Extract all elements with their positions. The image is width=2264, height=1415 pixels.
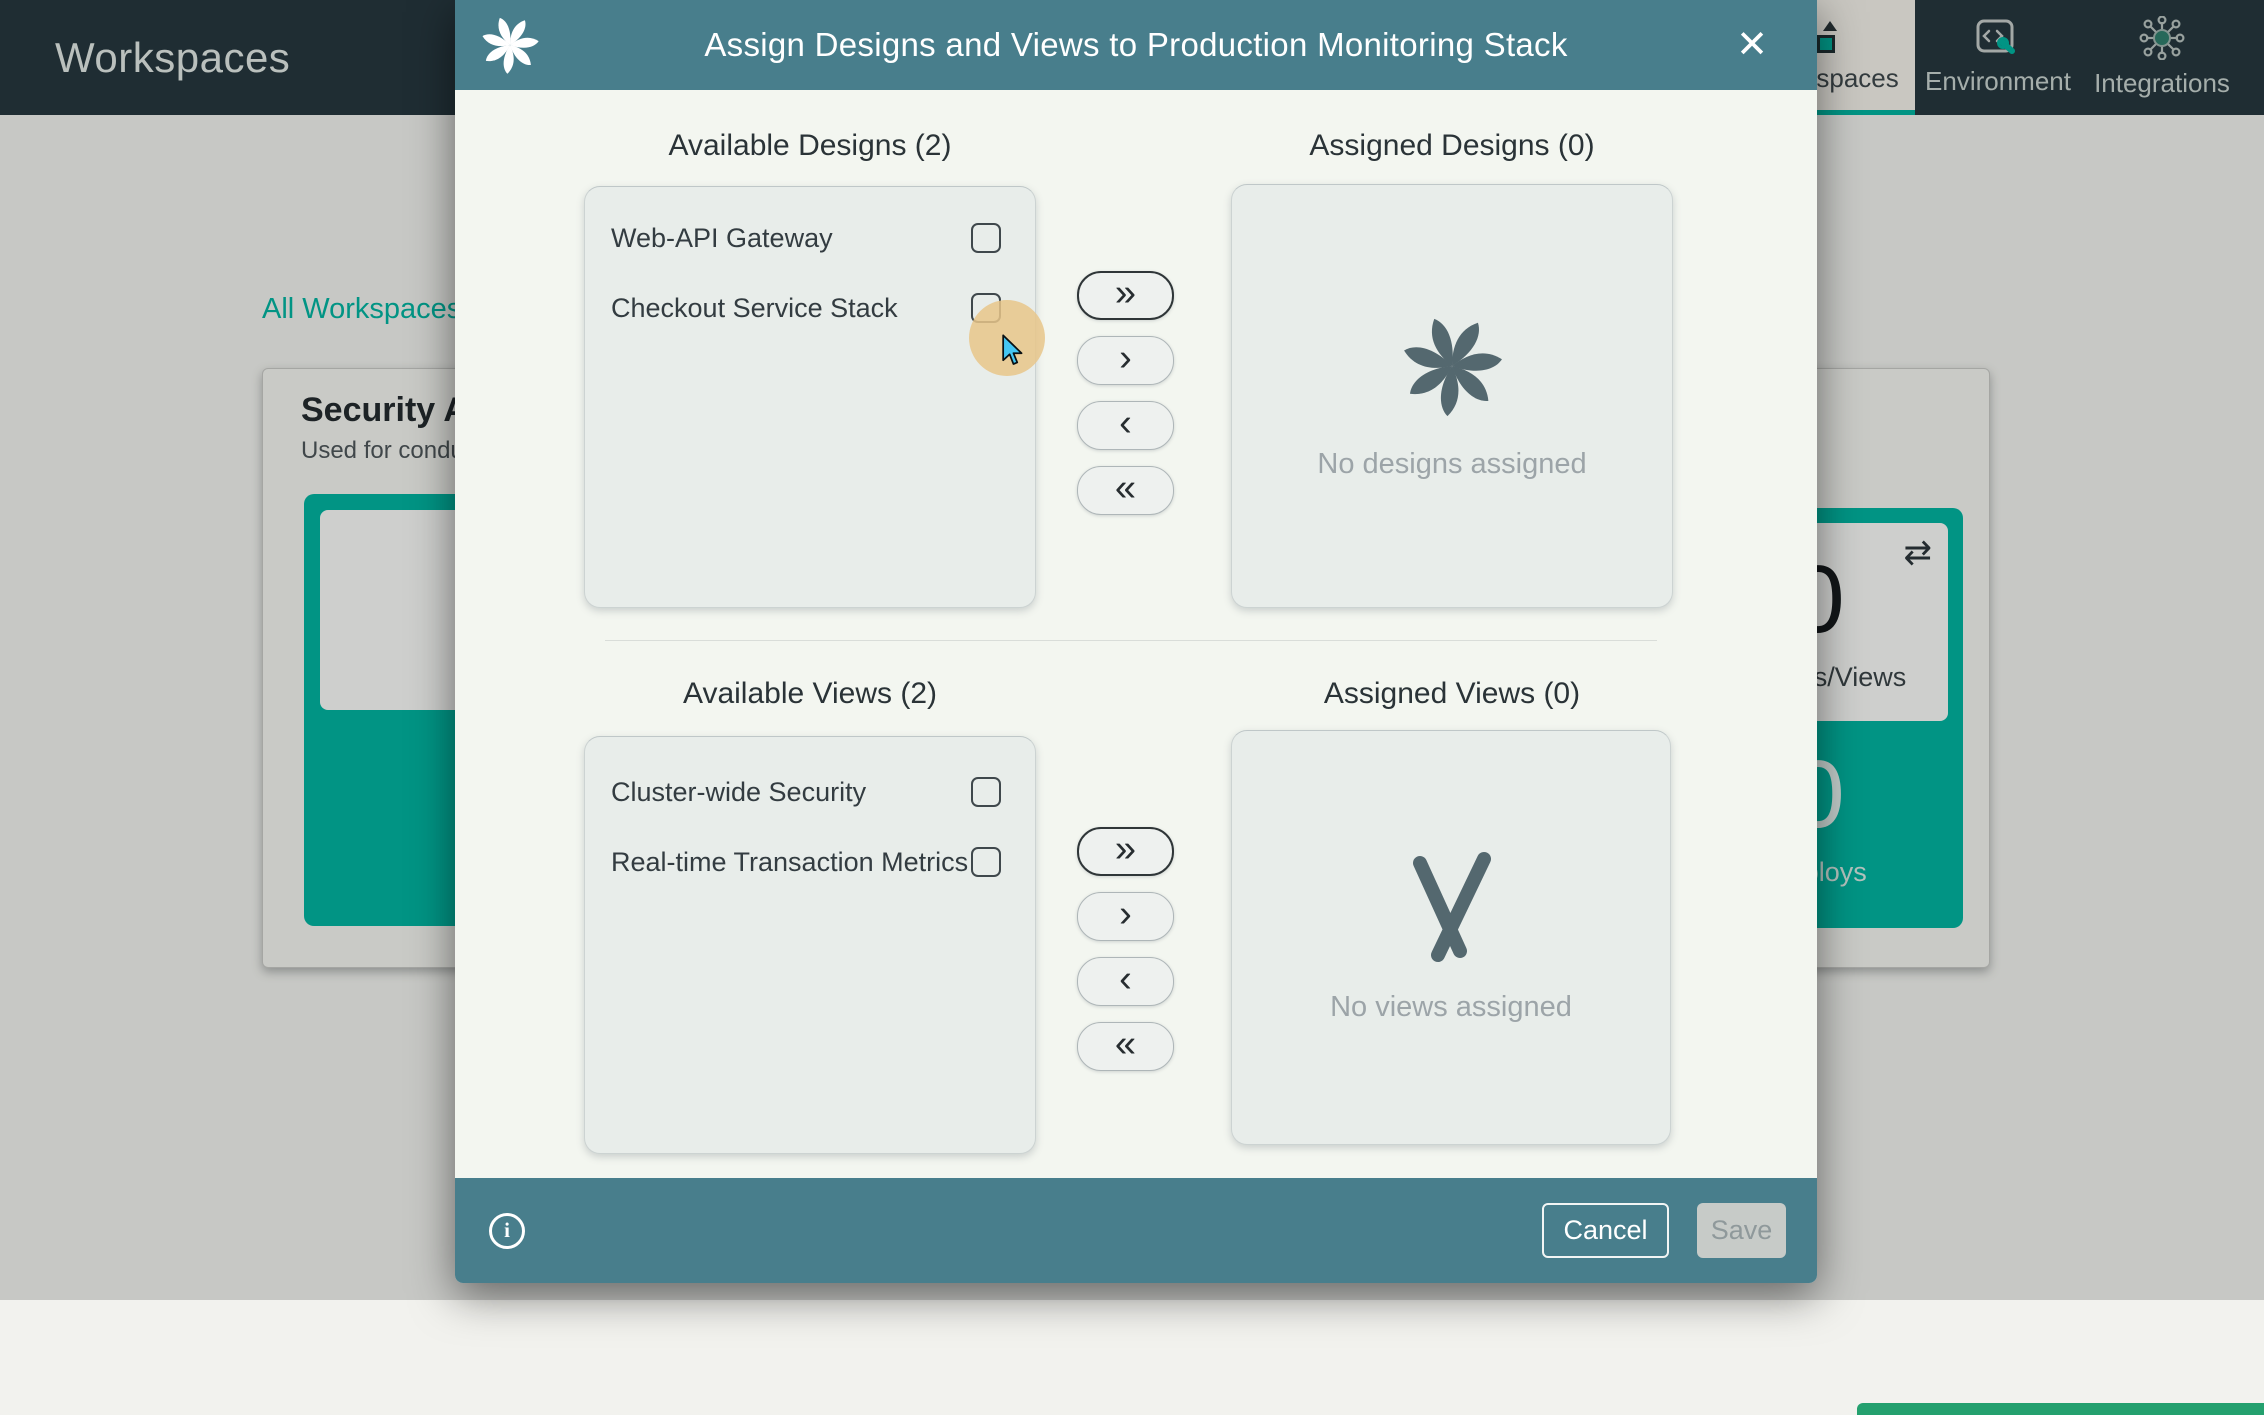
design-item-label: Web-API Gateway (611, 223, 833, 254)
chevron-left-icon: ‹ (1119, 404, 1132, 442)
modal-header: Assign Designs and Views to Production M… (455, 0, 1817, 90)
available-views-panel: Cluster-wide Security Real-time Transact… (584, 736, 1036, 1154)
move-right-button[interactable]: › (1077, 892, 1174, 941)
design-checkbox[interactable] (971, 223, 1001, 253)
move-left-button[interactable]: ‹ (1077, 401, 1174, 450)
move-all-left-button[interactable]: « (1077, 1022, 1174, 1071)
available-views-title: Available Views (2) (584, 677, 1036, 715)
assigned-designs-title: Assigned Designs (0) (1231, 129, 1673, 167)
chevron-right-icon: › (1119, 339, 1132, 377)
empty-state-text: No views assigned (1330, 991, 1572, 1024)
assigned-views-title: Assigned Views (0) (1231, 677, 1673, 715)
list-item[interactable]: Checkout Service Stack (585, 273, 1035, 343)
view-checkbox[interactable] (971, 777, 1001, 807)
design-item-label: Checkout Service Stack (611, 293, 898, 324)
empty-state: No designs assigned (1232, 185, 1672, 607)
move-all-left-button[interactable]: « (1077, 466, 1174, 515)
save-button[interactable]: Save (1697, 1203, 1786, 1258)
move-right-button[interactable]: › (1077, 336, 1174, 385)
info-icon[interactable]: i (489, 1213, 525, 1249)
move-all-right-button[interactable]: » (1077, 271, 1174, 320)
background-green-bar (1857, 1403, 2264, 1415)
empty-state-text: No designs assigned (1317, 448, 1586, 481)
meshery-logo-icon (479, 14, 541, 76)
list-item[interactable]: Cluster-wide Security (585, 757, 1035, 827)
modal-title: Assign Designs and Views to Production M… (455, 26, 1817, 64)
designs-transfer-controls: » › ‹ « (1077, 271, 1174, 515)
double-chevron-left-icon: « (1115, 1025, 1136, 1063)
assigned-views-panel: No views assigned (1231, 730, 1671, 1145)
meshery-logo-icon (1398, 312, 1506, 420)
kanvas-views-icon (1401, 851, 1501, 963)
double-chevron-left-icon: « (1115, 469, 1136, 507)
available-designs-title: Available Designs (2) (584, 129, 1036, 167)
available-designs-panel: Web-API Gateway Checkout Service Stack (584, 186, 1036, 608)
section-divider (605, 640, 1657, 641)
list-item[interactable]: Web-API Gateway (585, 203, 1035, 273)
double-chevron-right-icon: » (1115, 830, 1136, 868)
close-icon[interactable]: ✕ (1734, 28, 1770, 64)
views-transfer-controls: » › ‹ « (1077, 827, 1174, 1071)
modal-footer: i Cancel Save (455, 1178, 1817, 1283)
empty-state: No views assigned (1232, 731, 1670, 1144)
move-all-right-button[interactable]: » (1077, 827, 1174, 876)
move-left-button[interactable]: ‹ (1077, 957, 1174, 1006)
view-checkbox[interactable] (971, 847, 1001, 877)
assign-designs-modal: Assign Designs and Views to Production M… (455, 0, 1817, 1283)
chevron-left-icon: ‹ (1119, 960, 1132, 998)
double-chevron-right-icon: » (1115, 274, 1136, 312)
view-item-label: Real-time Transaction Metrics (611, 847, 968, 878)
chevron-right-icon: › (1119, 895, 1132, 933)
cancel-button[interactable]: Cancel (1542, 1203, 1669, 1258)
assigned-designs-panel: No designs assigned (1231, 184, 1673, 608)
view-item-label: Cluster-wide Security (611, 777, 866, 808)
list-item[interactable]: Real-time Transaction Metrics (585, 827, 1035, 897)
mouse-cursor-icon (1001, 334, 1027, 367)
